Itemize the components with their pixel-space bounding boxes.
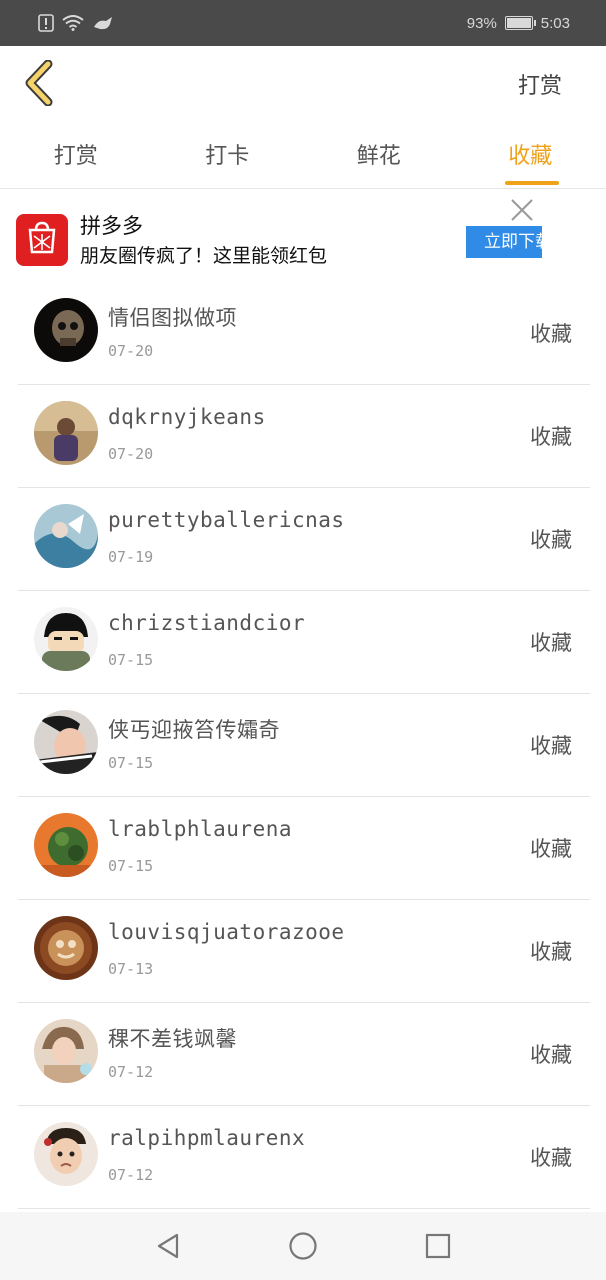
favorite-action[interactable]: 收藏: [530, 627, 572, 657]
item-date: 07-15: [108, 754, 154, 772]
tab-favorites[interactable]: 收藏: [470, 122, 590, 188]
back-button[interactable]: [22, 59, 62, 107]
item-date: 07-20: [108, 342, 154, 360]
ad-title: 拼多多: [80, 215, 143, 238]
item-date: 07-13: [108, 960, 154, 978]
nav-recents-button[interactable]: [418, 1226, 458, 1266]
avatar: [34, 813, 98, 877]
item-date: 07-15: [108, 857, 154, 875]
list-item[interactable]: louvisqjuatorazooe 07-13 收藏: [18, 900, 590, 1003]
user-name: ralpihpmlaurenx: [108, 1126, 306, 1150]
tab-checkin[interactable]: 打卡: [167, 122, 287, 188]
user-name: 侠丐迎掖笞传孀奇: [108, 718, 280, 742]
battery-percent: 93%: [466, 14, 497, 32]
list-item[interactable]: lrablphlaurena 07-15 收藏: [18, 797, 590, 900]
status-bar: 93% 5:03: [0, 0, 606, 46]
item-date: 07-12: [108, 1063, 154, 1081]
system-nav-bar: [0, 1212, 606, 1280]
favorite-action[interactable]: 收藏: [530, 421, 572, 451]
tab-label: 打赏: [53, 144, 98, 169]
list-item[interactable]: purettyballericnas 07-19 收藏: [18, 488, 590, 591]
favorites-list: 情侣图拟做项 07-20 收藏 dqkrnyjkeans 07-20 收藏 pu…: [18, 282, 590, 1209]
avatar: [34, 1122, 98, 1186]
chevron-left-icon: [25, 59, 53, 107]
tab-flowers[interactable]: 鲜花: [319, 122, 439, 188]
ad-description: 朋友圈传疯了！这里能领红包: [80, 246, 328, 267]
user-name: lrablphlaurena: [108, 817, 293, 841]
user-name: purettyballericnas: [108, 508, 345, 532]
list-item[interactable]: 情侣图拟做项 07-20 收藏: [18, 282, 590, 385]
list-item[interactable]: dqkrnyjkeans 07-20 收藏: [18, 385, 590, 488]
item-date: 07-20: [108, 445, 154, 463]
avatar: [34, 916, 98, 980]
tab-label: 收藏: [508, 144, 553, 169]
favorite-action[interactable]: 收藏: [530, 1039, 572, 1069]
tab-reward[interactable]: 打赏: [16, 122, 136, 188]
tab-bar: 打赏 打卡 鲜花 收藏: [0, 122, 606, 189]
ad-download-button[interactable]: 立即下载: [466, 226, 542, 258]
avatar: [34, 710, 98, 774]
avatar: [34, 401, 98, 465]
item-date: 07-12: [108, 1166, 154, 1184]
ad-banner[interactable]: 拼多多 朋友圈传疯了！这里能领红包 立即下载: [0, 190, 606, 282]
favorite-action[interactable]: 收藏: [530, 524, 572, 554]
battery-icon: [504, 16, 536, 30]
header: 打赏: [0, 46, 606, 122]
status-right: 93% 5:03: [467, 15, 606, 32]
avatar: [34, 504, 98, 568]
user-name: chrizstiandcior: [108, 611, 306, 635]
nav-back-button[interactable]: [148, 1226, 188, 1266]
tab-label: 鲜花: [356, 144, 401, 169]
wifi-icon: [62, 15, 84, 31]
list-item[interactable]: ralpihpmlaurenx 07-12 收藏: [18, 1106, 590, 1209]
favorite-action[interactable]: 收藏: [530, 318, 572, 348]
alert-icon: [38, 14, 54, 32]
user-name: 稞不差钱飒馨: [108, 1027, 237, 1051]
favorite-action[interactable]: 收藏: [530, 936, 572, 966]
user-name: 情侣图拟做项: [108, 306, 237, 330]
list-item[interactable]: 侠丐迎掖笞传孀奇 07-15 收藏: [18, 694, 590, 797]
item-date: 07-19: [108, 548, 154, 566]
status-icons: [0, 14, 114, 32]
ad-close-button[interactable]: [508, 196, 536, 224]
avatar: [34, 607, 98, 671]
close-icon: [511, 199, 533, 221]
tab-active-indicator: [505, 181, 560, 185]
triangle-back-icon: [157, 1233, 178, 1259]
list-item[interactable]: 稞不差钱飒馨 07-12 收藏: [18, 1003, 590, 1106]
pinduoduo-logo-icon: [16, 214, 68, 266]
notification-icon: [94, 17, 112, 30]
user-name: louvisqjuatorazooe: [108, 920, 345, 944]
nav-home-button[interactable]: [283, 1226, 323, 1266]
avatar: [34, 1019, 98, 1083]
square-recents-icon: [426, 1233, 451, 1259]
circle-home-icon: [289, 1232, 317, 1260]
item-date: 07-15: [108, 651, 154, 669]
favorite-action[interactable]: 收藏: [530, 1142, 572, 1172]
favorite-action[interactable]: 收藏: [530, 730, 572, 760]
tab-label: 打卡: [205, 144, 250, 169]
avatar: [34, 298, 98, 362]
list-item[interactable]: chrizstiandcior 07-15 收藏: [18, 591, 590, 694]
status-time: 5:03: [540, 14, 570, 32]
reward-button[interactable]: 打赏: [518, 68, 562, 100]
favorite-action[interactable]: 收藏: [530, 833, 572, 863]
user-name: dqkrnyjkeans: [108, 405, 266, 429]
